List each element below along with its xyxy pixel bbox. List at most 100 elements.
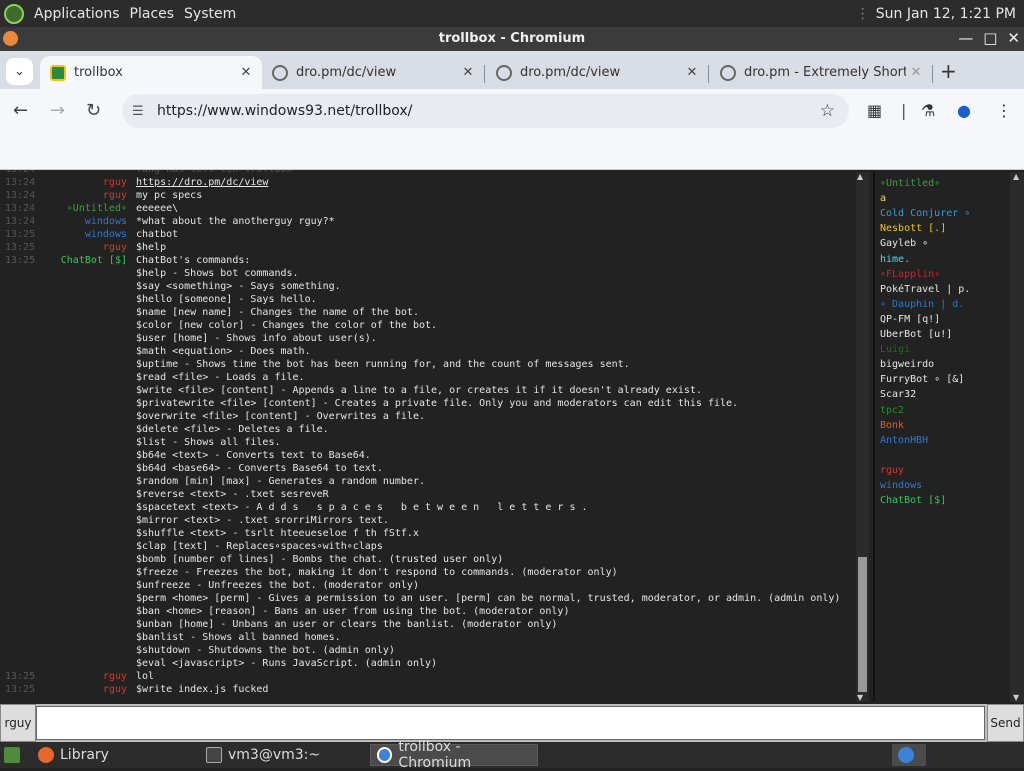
tab-trollbox[interactable]: trollbox ✕ <box>40 56 262 89</box>
chat-line: $color [new color] - Changes the color o… <box>0 319 854 332</box>
chat-message: $perm <home> [perm] - Gives a permission… <box>136 593 841 604</box>
send-button[interactable]: Send <box>987 704 1024 742</box>
chat-nick[interactable]: windows <box>85 228 127 241</box>
chat-message-link[interactable]: https://dro.pm/dc/view <box>136 176 268 189</box>
kebab-menu-icon[interactable]: ⋮ <box>996 101 1012 120</box>
trollbox-page: 13:24Yang has left teh trollbox13:24rguy… <box>0 170 1024 742</box>
close-window-button[interactable]: ✕ <box>1007 29 1020 47</box>
scrollbar-thumb[interactable] <box>858 557 867 692</box>
user-list-item[interactable]: ∘ Dauphin | d. <box>880 299 964 310</box>
chat-nick[interactable]: rguy <box>103 241 127 254</box>
tab-search-dropdown-button[interactable]: ⌄ <box>6 58 33 85</box>
gnome-logo-icon[interactable] <box>4 3 24 24</box>
scroll-down-arrow-icon[interactable]: ▼ <box>1013 693 1019 702</box>
trollbox-favicon-icon <box>50 64 66 81</box>
desktop-icon <box>4 747 20 763</box>
bookmark-star-icon[interactable]: ☆ <box>820 101 835 121</box>
user-list-item[interactable]: ∘FLapplin∘ <box>880 269 940 280</box>
close-tab-icon[interactable]: ✕ <box>682 65 702 80</box>
chat-message: $mirror <text> - .txet srorriMirrors tex… <box>136 515 389 526</box>
chat-message: $overwrite <file> [content] - Overwrites… <box>136 411 425 422</box>
user-list-item[interactable]: ChatBot [$] <box>880 495 946 506</box>
menu-applications[interactable]: Applications <box>34 6 120 22</box>
user-list-item[interactable]: UberBot [u!] <box>880 329 952 340</box>
chat-message: chatbot <box>136 229 179 240</box>
chat-message: $say <something> - Says something. <box>136 281 341 292</box>
chat-line: $list - Shows all files. <box>0 436 854 449</box>
user-list-item[interactable]: Luigi <box>880 344 910 355</box>
chat-message: *what about the anotherguy rguy?* <box>136 216 335 227</box>
tab-label: dro.pm - Extremely Short U <box>744 65 906 80</box>
chat-message: $spacetext <text> - A d d s s p a c e s … <box>136 502 588 513</box>
chat-nick[interactable]: ∘Untitled∘ <box>67 202 127 215</box>
close-tab-icon[interactable]: ✕ <box>236 65 256 80</box>
user-list-item[interactable]: Nesbott [.] <box>880 223 946 234</box>
maximize-button[interactable]: □ <box>983 29 997 47</box>
tab-dro-pm-view-2[interactable]: dro.pm/dc/view ✕ <box>486 56 708 89</box>
chat-line: $shutdown - Shutdowns the bot. (admin on… <box>0 644 854 657</box>
user-list-item[interactable]: windows <box>880 480 922 491</box>
user-list-item[interactable]: ∘Untitled∘ <box>880 178 940 189</box>
chat-nick[interactable]: ChatBot [$] <box>61 254 127 267</box>
chat-log[interactable]: 13:24Yang has left teh trollbox13:24rguy… <box>0 170 854 702</box>
new-tab-button[interactable]: + <box>940 59 957 83</box>
address-bar[interactable]: ☰ https://www.windows93.net/trollbox/ ☆ <box>122 94 849 128</box>
chat-message: $delete <file> - Deletes a file. <box>136 424 329 435</box>
chat-nick[interactable]: rguy <box>103 683 127 696</box>
toolbar-divider: | <box>901 101 907 120</box>
site-info-icon[interactable]: ☰ <box>132 104 150 119</box>
chat-message: $privatewrite <file> [content] - Creates… <box>136 398 739 409</box>
clock[interactable]: Sun Jan 12, 1:21 PM <box>876 6 1016 22</box>
user-list-item[interactable]: a <box>880 193 886 204</box>
user-list-item[interactable]: bigweirdo <box>880 359 934 370</box>
message-input[interactable] <box>36 706 985 740</box>
scroll-up-arrow-icon[interactable]: ▲ <box>1013 172 1019 181</box>
nickname-button[interactable]: rguy <box>0 704 36 742</box>
chat-nick[interactable]: rguy <box>103 176 127 189</box>
user-list-item[interactable]: Scar32 <box>880 389 916 400</box>
show-desktop-icon[interactable] <box>2 744 22 766</box>
chat-message: $reverse <text> - .txet sesreveR <box>136 489 329 500</box>
menu-places[interactable]: Places <box>130 6 175 22</box>
reload-icon[interactable]: ↻ <box>86 100 101 121</box>
scroll-down-arrow-icon[interactable]: ▼ <box>857 693 863 702</box>
forward-arrow-icon[interactable]: → <box>50 100 65 121</box>
user-list-item[interactable]: PokéTravel | p. <box>880 284 970 295</box>
chat-line: $mirror <text> - .txet srorriMirrors tex… <box>0 514 854 527</box>
user-list-item[interactable]: hime. <box>880 254 910 265</box>
user-list-item[interactable]: QP-FM [q!] <box>880 314 940 325</box>
chat-message: eeeeee\ <box>136 203 179 214</box>
minimize-button[interactable]: — <box>958 29 973 47</box>
user-list-item[interactable]: FurryBot ∘ [&] <box>880 374 964 385</box>
chat-nick[interactable]: rguy <box>103 189 127 202</box>
chat-message: $name [new name] - Changes the name of t… <box>136 307 419 318</box>
chat-nick[interactable]: windows <box>85 215 127 228</box>
close-tab-icon[interactable]: ✕ <box>458 65 478 80</box>
user-list-item[interactable]: Gayleb ∘ <box>880 238 928 249</box>
scroll-up-arrow-icon[interactable]: ▲ <box>857 172 863 181</box>
tab-dro-pm-home[interactable]: dro.pm - Extremely Short U ✕ <box>710 56 932 89</box>
user-list-item[interactable]: tpc2 <box>880 405 904 416</box>
taskbar-item-chromium[interactable]: trollbox - Chromium <box>370 739 538 771</box>
user-list-item[interactable]: Cold Conjurer ∘ <box>880 208 970 219</box>
user-list-item[interactable]: Bonk <box>880 420 904 431</box>
tab-dro-pm-view-1[interactable]: dro.pm/dc/view ✕ <box>262 56 484 89</box>
labs-flask-icon[interactable]: ⚗ <box>921 101 935 120</box>
tab-strip: ⌄ trollbox ✕ dro.pm/dc/view ✕ dro.pm/dc/… <box>0 51 1024 89</box>
chat-scrollbar[interactable]: ▲ ▼ <box>856 172 869 702</box>
profile-avatar-icon[interactable]: ● <box>957 101 971 120</box>
user-list-item[interactable]: AntonHBH <box>880 435 928 446</box>
workspace-switcher[interactable] <box>892 744 926 766</box>
menu-system[interactable]: System <box>184 6 236 22</box>
chat-nick[interactable]: rguy <box>103 670 127 683</box>
close-tab-icon[interactable]: ✕ <box>906 65 926 80</box>
back-arrow-icon[interactable]: ← <box>13 100 28 121</box>
chat-message: $random [min] [max] - Generates a random… <box>136 476 425 487</box>
chevron-down-icon: ⌄ <box>14 64 25 79</box>
user-list-item[interactable]: rguy <box>880 465 904 476</box>
taskbar-item-library[interactable]: Library <box>32 744 115 766</box>
taskbar-item-terminal[interactable]: vm3@vm3:~ <box>200 744 326 766</box>
extensions-puzzle-icon[interactable]: ▦ <box>867 101 882 120</box>
userlist-scrollbar[interactable]: ▲ ▼ <box>1010 172 1024 702</box>
url-text[interactable]: https://www.windows93.net/trollbox/ <box>157 103 820 119</box>
